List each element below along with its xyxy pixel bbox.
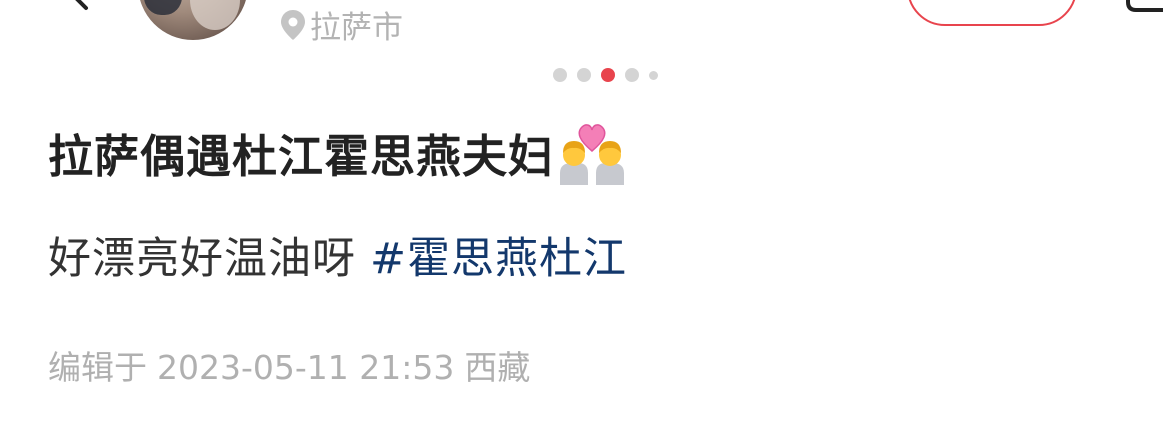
location-text: 拉萨市 [310,10,403,46]
pager-dot[interactable] [649,70,658,80]
couple-with-heart-icon [560,123,625,185]
post-detail-page: 拉萨市 关注 拉萨偶遇杜江霍思燕夫妇 好漂亮好温油呀#霍 [0,0,1163,423]
pager-dot-active[interactable] [601,68,615,82]
edit-datetime: 2023-05-11 21:53 [157,348,455,387]
follow-button-label: 关注 [956,0,1028,6]
edit-region: 西藏 [464,348,531,387]
back-arrow-icon[interactable] [56,0,96,12]
author-avatar[interactable] [138,0,248,40]
post-body: 好漂亮好温油呀 #霍思燕杜江 [48,224,627,286]
post-location[interactable]: 拉萨市 [280,2,403,47]
pager-dot[interactable] [625,68,639,82]
hashtag-link[interactable]: #霍思燕杜江 [370,234,627,284]
pager-dot[interactable] [553,68,567,82]
edit-label: 编辑于 [48,348,147,387]
pager-dot[interactable] [577,68,591,82]
post-title-text: 拉萨偶遇杜江霍思燕夫妇 [48,130,555,183]
follow-button[interactable]: 关注 [907,0,1077,26]
location-pin-icon [281,9,305,40]
share-icon[interactable] [1122,0,1163,18]
post-title: 拉萨偶遇杜江霍思燕夫妇 [48,120,626,185]
image-pager [553,68,658,82]
post-body-text: 好漂亮好温油呀 [48,234,356,284]
post-edit-info: 编辑于 2023-05-11 21:53 西藏 [48,341,530,389]
